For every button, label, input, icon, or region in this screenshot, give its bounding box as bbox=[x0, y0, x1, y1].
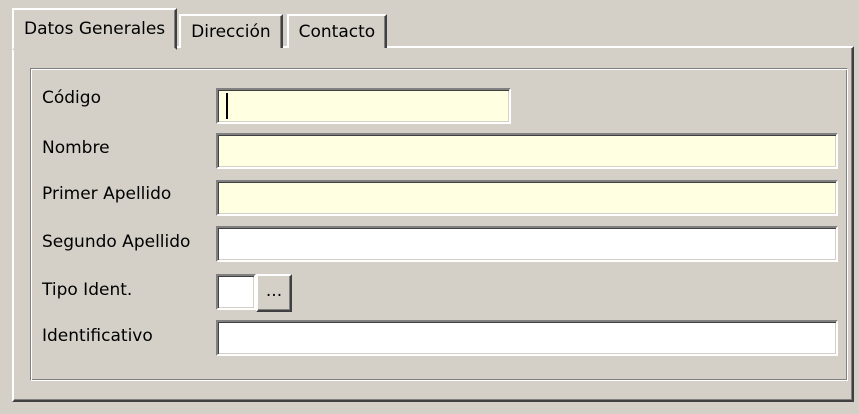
client-form-window: Datos Generales Dirección Contacto Códig… bbox=[0, 0, 859, 414]
tab-direccion[interactable]: Dirección bbox=[179, 14, 283, 48]
fields-group-frame bbox=[30, 68, 848, 381]
tab-page-datos-generales bbox=[12, 46, 854, 402]
tab-contacto[interactable]: Contacto bbox=[286, 14, 388, 48]
tab-strip: Datos Generales Dirección Contacto bbox=[12, 8, 389, 50]
tab-datos-generales[interactable]: Datos Generales bbox=[12, 8, 178, 50]
